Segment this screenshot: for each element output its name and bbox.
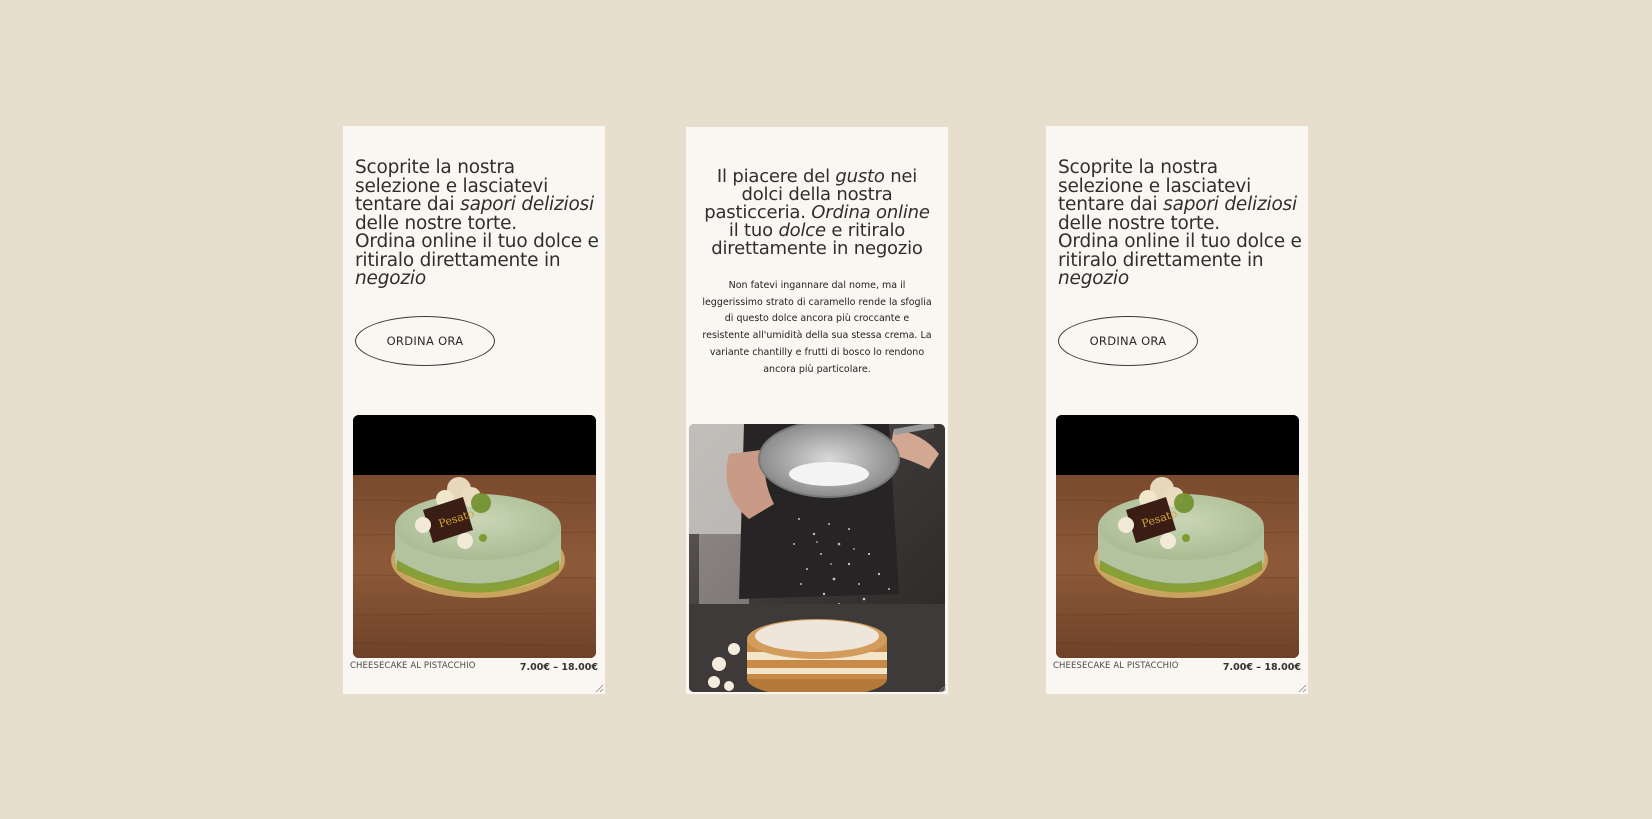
pastry-photo bbox=[689, 424, 945, 692]
description-line: leggerissimo strato di caramello rende l… bbox=[702, 296, 932, 308]
resize-handle-icon[interactable] bbox=[595, 684, 604, 693]
center-heading: Il piacere del gusto nei dolci della nos… bbox=[698, 168, 936, 258]
order-now-button[interactable]: ORDINA ORA bbox=[355, 316, 495, 366]
pistachio-cheesecake-image[interactable]: Pesato bbox=[1056, 415, 1299, 658]
resize-handle-icon[interactable] bbox=[938, 684, 947, 693]
description-line: Non fatevi ingannare dal nome, ma il bbox=[728, 280, 906, 291]
resize-handle-icon[interactable] bbox=[1298, 684, 1307, 693]
description-line: resistente all'umidità della sua stessa … bbox=[702, 330, 932, 342]
heading-line: negozio bbox=[1058, 268, 1129, 289]
promo-heading: Scoprite la nostra selezione e lasciatev… bbox=[355, 158, 599, 289]
cake-photo: Pesato bbox=[1056, 415, 1299, 658]
product-card-left: Scoprite la nostra selezione e lasciatev… bbox=[343, 126, 605, 694]
product-price: 7.00€ – 18.00€ bbox=[1222, 662, 1301, 673]
heading-line: negozio bbox=[355, 268, 426, 289]
product-name[interactable]: CHEESECAKE AL PISTACCHIO bbox=[1053, 661, 1179, 671]
info-card-center: Il piacere del gusto nei dolci della nos… bbox=[686, 127, 948, 694]
description-line: variante chantilly e frutti di bosco lo … bbox=[709, 346, 925, 358]
order-now-button[interactable]: ORDINA ORA bbox=[1058, 316, 1198, 366]
pistachio-cheesecake-image[interactable]: Pesato bbox=[353, 415, 596, 658]
promo-heading: Scoprite la nostra selezione e lasciatev… bbox=[1058, 158, 1302, 289]
product-name[interactable]: CHEESECAKE AL PISTACCHIO bbox=[350, 661, 476, 671]
pastry-dusting-image bbox=[689, 424, 945, 692]
product-price: 7.00€ – 18.00€ bbox=[519, 662, 598, 673]
cake-photo: Pesato bbox=[353, 415, 596, 658]
product-card-right: Scoprite la nostra selezione e lasciatev… bbox=[1046, 126, 1308, 694]
description-text: Non fatevi ingannare dal nome, ma il leg… bbox=[700, 278, 934, 378]
heading-line: direttamente in negozio bbox=[711, 238, 923, 259]
description-line: ancora più particolare. bbox=[763, 363, 871, 375]
description-line: di questo dolce ancora più croccante e bbox=[724, 313, 910, 325]
